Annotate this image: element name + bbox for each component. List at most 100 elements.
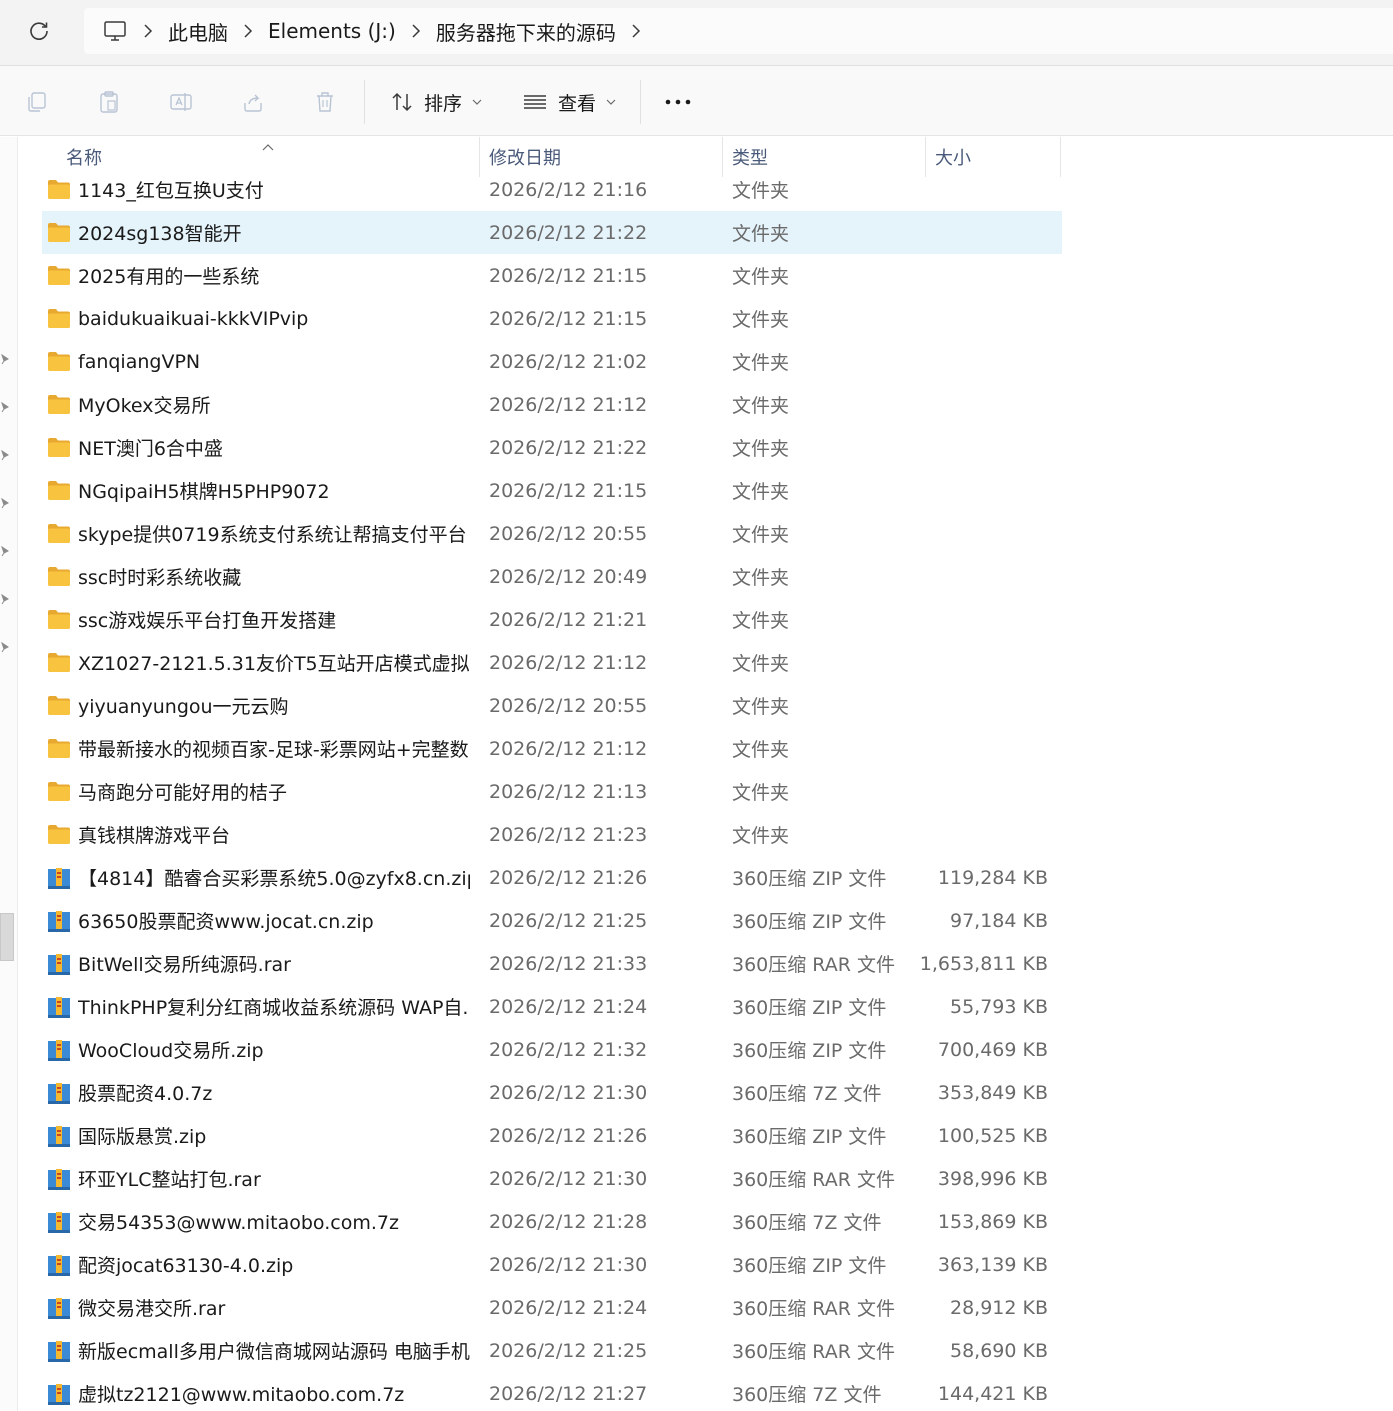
computer-icon[interactable] [102, 19, 128, 43]
file-date: 2026/2/12 21:22 [489, 436, 648, 459]
file-type: 文件夹 [732, 696, 790, 718]
file-name: 带最新接水的视频百家-足球-彩票网站+完整数... [78, 739, 470, 761]
file-size: 353,849 KB [937, 1081, 1048, 1104]
breadcrumb: 此电脑 Elements (J:) 服务器拖下来的源码 [84, 8, 1393, 54]
file-name: ssc游戏娱乐平台打鱼开发搭建 [78, 610, 337, 632]
breadcrumb-item-drive[interactable]: Elements (J:) [268, 19, 396, 43]
file-type: 360压缩 7Z 文件 [732, 1212, 882, 1234]
file-row[interactable]: 1143_红包互换U支付 2026/2/12 21:16 文件夹 [42, 168, 1062, 211]
file-row[interactable]: 虚拟tz2121@www.mitaobo.com.7z 2026/2/12 21:… [42, 1372, 1062, 1411]
file-row[interactable]: NGqipaiH5棋牌H5PHP9072 2026/2/12 21:15 文件夹 [42, 469, 1062, 512]
paste-button[interactable] [93, 86, 125, 118]
file-name: baidukuaikuai-kkkVIPvip [78, 307, 309, 330]
nav-scrollbar-thumb[interactable] [0, 913, 14, 961]
archive-icon [47, 952, 71, 975]
toolbar-divider [640, 80, 641, 124]
sort-button[interactable]: 排序 [390, 86, 482, 118]
file-row[interactable]: yiyuanyungou一元云购 2026/2/12 20:55 文件夹 [42, 684, 1062, 727]
delete-button[interactable] [309, 86, 341, 118]
file-row[interactable]: 微交易港交所.rar 2026/2/12 21:24 360压缩 RAR 文件 28,… [42, 1286, 1062, 1329]
file-row[interactable]: 交易54353@www.mitaobo.com.7z 2026/2/12 21:2… [42, 1200, 1062, 1243]
archive-icon [47, 909, 71, 932]
file-type: 360压缩 RAR 文件 [732, 954, 895, 976]
file-name: yiyuanyungou一元云购 [78, 696, 289, 718]
file-row[interactable]: 真钱棋牌游戏平台 2026/2/12 21:23 文件夹 [42, 813, 1062, 856]
file-row[interactable]: skype提供0719系统支付系统让帮搞支付平台 2026/2/12 20:55 文… [42, 512, 1062, 555]
breadcrumb-item-this-pc[interactable]: 此电脑 [168, 17, 228, 46]
file-row[interactable]: 配资jocat63130-4.0.zip 2026/2/12 21:30 360压缩… [42, 1243, 1062, 1286]
file-size: 153,869 KB [937, 1210, 1048, 1233]
file-row[interactable]: ssc时时彩系统收藏 2026/2/12 20:49 文件夹 [42, 555, 1062, 598]
file-row[interactable]: 63650股票配资www.jocat.cn.zip 2026/2/12 21:25… [42, 899, 1062, 942]
file-name: NGqipaiH5棋牌H5PHP9072 [78, 481, 330, 503]
file-type: 360压缩 ZIP 文件 [732, 868, 887, 890]
file-name: 新版ecmall多用户微信商城网站源码 电脑手机... [78, 1341, 470, 1363]
file-row[interactable]: 国际版悬赏.zip 2026/2/12 21:26 360压缩 ZIP 文件 100,… [42, 1114, 1062, 1157]
share-button[interactable] [237, 86, 269, 118]
file-name: 配资jocat63130-4.0.zip [78, 1255, 294, 1277]
sort-label: 排序 [424, 92, 463, 115]
file-type: 360压缩 7Z 文件 [732, 1384, 882, 1406]
file-date: 2026/2/12 21:27 [489, 1382, 648, 1405]
file-type: 360压缩 RAR 文件 [732, 1341, 895, 1363]
archive-icon [47, 1382, 71, 1405]
folder-icon [47, 178, 71, 200]
file-row[interactable]: NET澳门6合中盛 2026/2/12 21:22 文件夹 [42, 426, 1062, 469]
archive-icon [47, 995, 71, 1018]
view-button[interactable]: 查看 [522, 86, 616, 118]
file-row[interactable]: 2024sg138智能开 2026/2/12 21:22 文件夹 [42, 211, 1062, 254]
file-row[interactable]: 股票配资4.0.7z 2026/2/12 21:30 360压缩 7Z 文件 353,… [42, 1071, 1062, 1114]
file-row[interactable]: 环亚YLC整站打包.rar 2026/2/12 21:30 360压缩 RAR 文件… [42, 1157, 1062, 1200]
file-row[interactable]: MyOkex交易所 2026/2/12 21:12 文件夹 [42, 383, 1062, 426]
file-name: 【4814】酷睿合买彩票系统5.0@zyfx8.cn.zip [78, 868, 470, 890]
file-date: 2026/2/12 21:25 [489, 909, 648, 932]
chevron-right-icon[interactable] [128, 24, 168, 38]
file-name: NET澳门6合中盛 [78, 438, 223, 460]
breadcrumb-item-folder[interactable]: 服务器拖下来的源码 [436, 17, 616, 46]
more-options-button[interactable] [662, 86, 694, 118]
file-size: 55,793 KB [949, 995, 1048, 1018]
folder-icon [47, 522, 71, 544]
file-list: 1143_红包互换U支付 2026/2/12 21:16 文件夹 2024sg138智… [42, 168, 1062, 1411]
file-size: 363,139 KB [937, 1253, 1048, 1276]
folder-icon [47, 393, 71, 415]
file-name: WooCloud交易所.zip [78, 1040, 264, 1062]
share-icon [244, 94, 262, 112]
file-row[interactable]: 新版ecmall多用户微信商城网站源码 电脑手机... 2026/2/12 21:… [42, 1329, 1062, 1372]
file-row[interactable]: 马商跑分可能好用的桔子 2026/2/12 21:13 文件夹 [42, 770, 1062, 813]
folder-icon [47, 608, 71, 630]
archive-icon [47, 1296, 71, 1319]
file-type: 360压缩 ZIP 文件 [732, 1040, 887, 1062]
file-name: BitWell交易所纯源码.rar [78, 954, 291, 976]
file-row[interactable]: ssc游戏娱乐平台打鱼开发搭建 2026/2/12 21:21 文件夹 [42, 598, 1062, 641]
file-row[interactable]: baidukuaikuai-kkkVIPvip 2026/2/12 21:15 文件… [42, 297, 1062, 340]
trash-icon [317, 92, 333, 112]
copy-button[interactable] [21, 86, 53, 118]
file-date: 2026/2/12 20:55 [489, 522, 648, 545]
rename-button[interactable] [165, 86, 197, 118]
file-name: 股票配资4.0.7z [78, 1083, 213, 1105]
refresh-button[interactable] [22, 14, 56, 48]
file-row[interactable]: ThinkPHP复利分红商城收益系统源码 WAP自... 2026/2/12 21… [42, 985, 1062, 1028]
file-type: 文件夹 [732, 180, 790, 202]
chevron-right-icon[interactable] [228, 24, 268, 38]
file-name: 2024sg138智能开 [78, 223, 242, 245]
file-name: 虚拟tz2121@www.mitaobo.com.7z [78, 1384, 405, 1406]
file-type: 文件夹 [732, 739, 790, 761]
file-row[interactable]: WooCloud交易所.zip 2026/2/12 21:32 360压缩 ZIP … [42, 1028, 1062, 1071]
view-list-icon [524, 95, 546, 109]
file-row[interactable]: 【4814】酷睿合买彩票系统5.0@zyfx8.cn.zip 2026/2/12 … [42, 856, 1062, 899]
file-row[interactable]: BitWell交易所纯源码.rar 2026/2/12 21:33 360压缩 RA… [42, 942, 1062, 985]
archive-icon [47, 1253, 71, 1276]
file-name: 2025有用的一些系统 [78, 266, 260, 288]
file-row[interactable]: XZ1027-2121.5.31友价T5互站开店模式虚拟... 2026/2/12… [42, 641, 1062, 684]
chevron-right-icon[interactable] [396, 24, 436, 38]
file-row[interactable]: fanqiangVPN 2026/2/12 21:02 文件夹 [42, 340, 1062, 383]
file-row[interactable]: 带最新接水的视频百家-足球-彩票网站+完整数... 2026/2/12 21:12… [42, 727, 1062, 770]
chevron-right-icon[interactable] [616, 24, 656, 38]
file-type: 文件夹 [732, 438, 790, 460]
file-type: 360压缩 ZIP 文件 [732, 911, 887, 933]
file-date: 2026/2/12 21:33 [489, 952, 648, 975]
file-date: 2026/2/12 21:32 [489, 1038, 648, 1061]
file-row[interactable]: 2025有用的一些系统 2026/2/12 21:15 文件夹 [42, 254, 1062, 297]
